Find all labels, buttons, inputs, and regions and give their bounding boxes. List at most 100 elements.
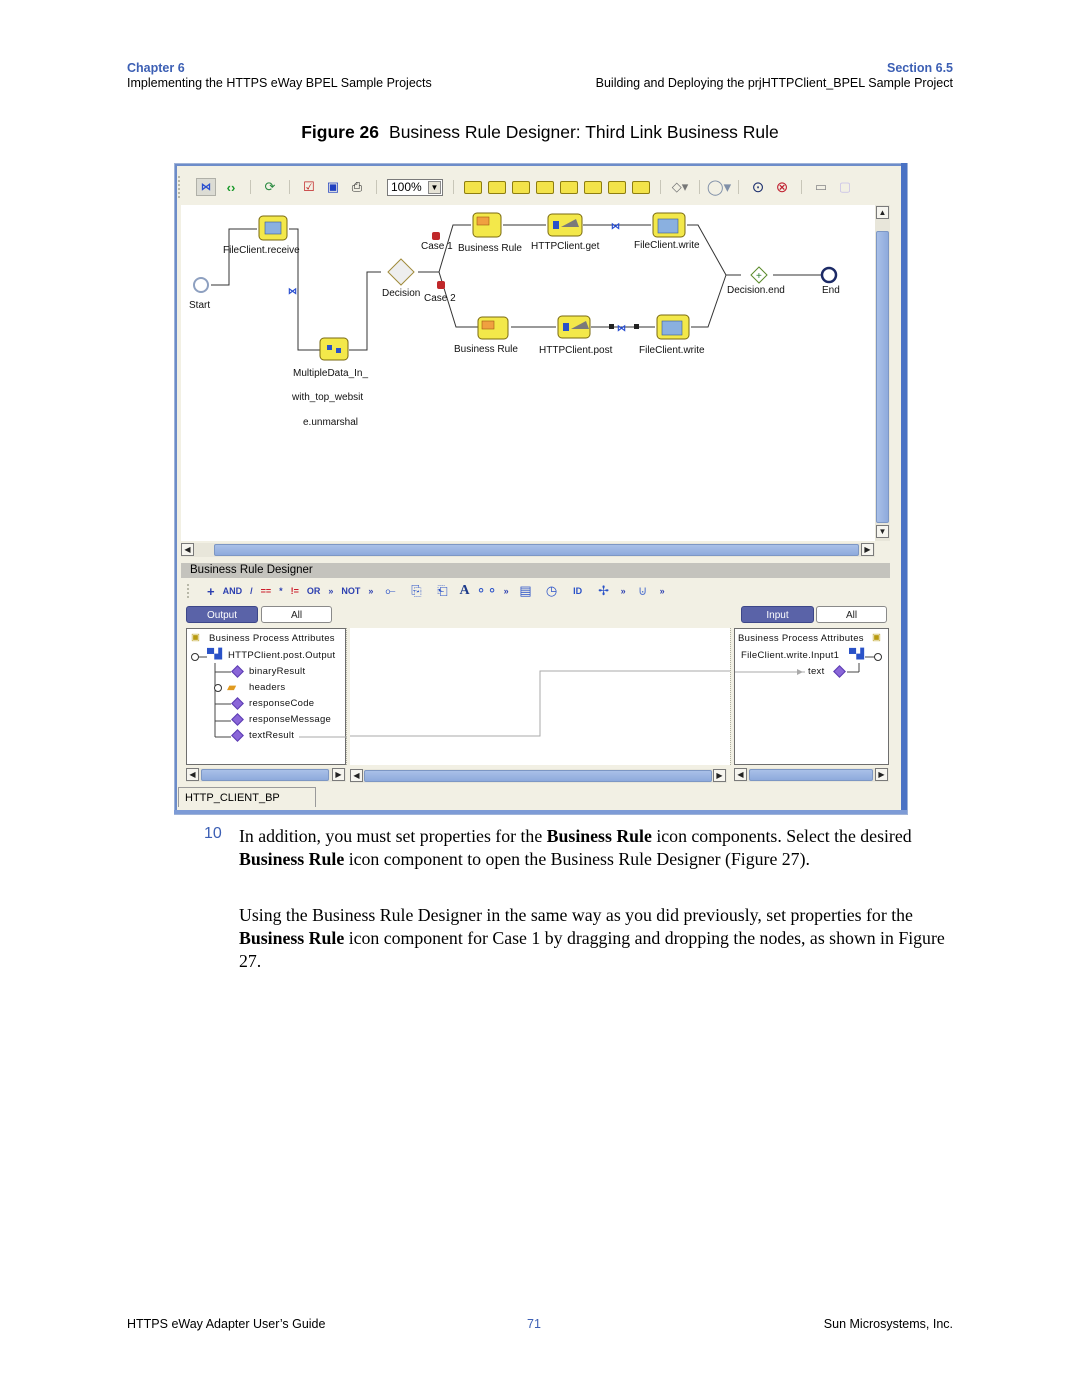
canvas-vertical-scrollbar[interactable]: ▲ ▼ [875,205,890,541]
mapping-canvas[interactable] [350,628,730,765]
package-icon: ▣ [191,632,201,643]
invoke-icon[interactable] [512,180,530,194]
chevron-down-icon[interactable]: ▼ [428,180,441,194]
more-button[interactable]: » [504,586,509,596]
monitor-icon[interactable]: ▣ [324,179,342,195]
connect-icon[interactable]: ⚬⚬ [476,583,498,599]
scrollbar-thumb[interactable] [214,544,859,556]
toolbar-grip[interactable] [187,584,193,598]
compensate-icon[interactable]: ⊙ [749,179,767,196]
scrollbar-thumb[interactable] [749,769,873,781]
mapping-horizontal-scrollbar[interactable]: ◀ ▶ [350,769,727,783]
zoom-value: 100% [391,180,422,194]
scroll-right-button[interactable]: ▶ [861,543,874,556]
node-link-icon[interactable]: ⟜ [381,583,399,599]
toolbar-separator [699,180,700,194]
multiply-button[interactable]: * [279,586,283,596]
tree-node[interactable]: FileClient.write.Input1 [741,650,839,661]
bold-term: Business Rule [239,928,345,948]
tree-leaf[interactable]: responseMessage [249,714,331,725]
equals-button[interactable]: == [261,586,272,596]
scrollbar-thumb[interactable] [364,770,712,782]
output-tree[interactable]: ▣ Business Process Attributes ▀▟ HTTPCli… [186,628,347,765]
id-box-icon[interactable]: ▤ [517,583,535,599]
source-code-icon[interactable]: ‹› [222,179,240,195]
scroll-left-button[interactable]: ◀ [734,768,747,781]
reply-icon[interactable] [488,180,506,194]
tree-leaf[interactable]: text [808,666,825,677]
clock-icon[interactable]: ◷ [543,583,561,599]
transform-icon: ⋈ [288,286,297,296]
scroll-right-button[interactable]: ▶ [332,768,345,781]
receive-icon[interactable] [464,180,482,194]
tab-http-client-bp[interactable]: HTTP_CLIENT_BP [178,787,316,807]
more-button[interactable]: » [368,586,373,596]
join-icon[interactable]: ⊍ [634,583,652,599]
bpel-map-icon[interactable]: ⋈ [196,178,216,196]
link-port-icon [634,324,639,329]
terminate-icon[interactable]: ⊗ [773,179,791,196]
paste-icon[interactable]: ⎗ [433,583,451,599]
paragraph-2: Using the Business Rule Designer in the … [239,904,959,973]
sync-icon[interactable]: ⟳ [261,179,279,195]
bpel-canvas[interactable]: + ⋈ ⋈ ⋈ FileClient.receive Start Multipl… [181,205,875,541]
copy-icon[interactable]: ⎘ [407,583,425,599]
tree-leaf[interactable]: responseCode [249,698,314,709]
and-button[interactable]: AND [223,586,243,596]
business-rule-icon[interactable] [584,180,602,194]
node-label: Decision [382,288,421,299]
tab-input-all[interactable]: All [816,606,887,623]
tree-leaf[interactable]: textResult [249,730,294,741]
scope-icon[interactable]: ▭ [812,179,830,195]
tree-node[interactable]: HTTPClient.post.Output [228,650,335,661]
split-icon[interactable]: ✢ [595,583,613,599]
scroll-left-button[interactable]: ◀ [186,768,199,781]
scroll-right-button[interactable]: ▶ [713,769,726,782]
scroll-up-button[interactable]: ▲ [876,206,889,219]
attribute-icon [231,729,244,743]
scroll-right-button[interactable]: ▶ [875,768,888,781]
zoom-dropdown[interactable]: 100% ▼ [387,178,443,196]
timer-icon[interactable] [608,180,626,194]
tree-leaf[interactable]: binaryResult [249,666,305,677]
add-icon[interactable]: + [207,584,215,599]
wait-icon[interactable] [560,180,578,194]
scroll-left-button[interactable]: ◀ [350,769,363,782]
empty-icon[interactable]: ▢ [836,179,854,195]
not-equals-button[interactable]: != [291,586,299,596]
id-icon[interactable]: ID [569,583,587,599]
tab-output-all[interactable]: All [261,606,332,623]
output-horizontal-scrollbar[interactable]: ◀ ▶ [186,768,346,782]
tree-leaf[interactable]: headers [249,682,285,693]
scroll-down-button[interactable]: ▼ [876,525,889,538]
not-button[interactable]: NOT [341,586,360,596]
decision-icon[interactable]: ◇▾ [671,179,689,195]
more-button[interactable]: » [660,586,665,596]
splitter[interactable] [346,628,351,765]
node-label: Decision.end [727,285,785,296]
tree-root: Business Process Attributes [209,633,335,644]
event-icon[interactable]: ◯▾ [707,179,731,196]
node-label: FileClient.write [634,240,700,251]
validate-icon[interactable]: ☑ [300,179,318,195]
scrollbar-thumb[interactable] [201,769,329,781]
decision-icon [387,258,415,286]
more-button[interactable]: » [328,586,333,596]
string-button[interactable]: A [459,583,469,599]
canvas-horizontal-scrollbar[interactable]: ◀ ▶ [181,543,875,557]
case2-marker-icon [437,281,445,289]
more-button[interactable]: » [621,586,626,596]
tab-input[interactable]: Input [741,606,814,623]
input-horizontal-scrollbar[interactable]: ◀ ▶ [734,768,889,782]
catch-icon[interactable] [632,180,650,194]
scrollbar-thumb[interactable] [876,231,889,523]
print-icon[interactable]: ⎙ [348,179,366,195]
input-tree[interactable]: Business Process Attributes ▣ FileClient… [734,628,889,765]
link-port-icon [609,324,614,329]
or-button[interactable]: OR [307,586,321,596]
tab-output[interactable]: Output [186,606,258,623]
scroll-left-button[interactable]: ◀ [181,543,194,556]
divide-button[interactable]: / [250,586,253,596]
toolbar-grip[interactable] [178,176,184,198]
assign-icon[interactable] [536,180,554,194]
